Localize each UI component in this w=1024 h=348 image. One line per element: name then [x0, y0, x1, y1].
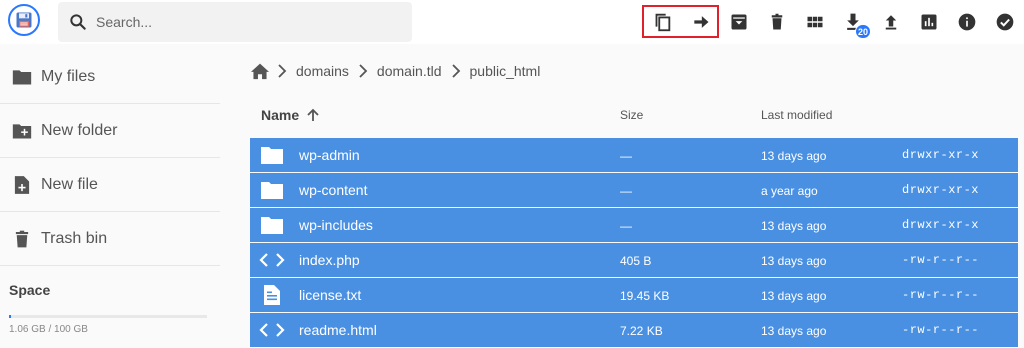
table-header: Name Size Last modified [250, 96, 1018, 136]
file-size: 7.22 KB [620, 324, 663, 338]
table-row[interactable]: wp-admin — 13 days ago drwxr-xr-x [250, 138, 1018, 172]
text-file-icon [259, 284, 285, 306]
file-size: 405 B [620, 254, 652, 268]
info-button[interactable] [948, 3, 986, 41]
home-icon[interactable] [250, 61, 270, 81]
file-modified: 13 days ago [761, 254, 827, 268]
folder-icon [259, 144, 285, 166]
folder-icon [12, 67, 32, 87]
file-name: wp-admin [299, 147, 360, 163]
file-name: readme.html [299, 322, 377, 338]
folder-plus-icon [12, 121, 32, 141]
trash-icon [12, 229, 32, 249]
file-permissions: drwxr-xr-x [902, 218, 980, 232]
file-permissions: drwxr-xr-x [902, 148, 980, 162]
file-modified: 13 days ago [761, 149, 827, 163]
space-title: Space [9, 282, 51, 298]
copy-icon [655, 13, 671, 32]
top-bar: 20 [0, 0, 1024, 44]
file-modified: a year ago [761, 184, 818, 198]
table-row[interactable]: license.txt 19.45 KB 13 days ago -rw-r--… [250, 278, 1018, 312]
floppy-disk-icon [16, 12, 32, 28]
trash-icon [771, 13, 783, 30]
copy-button[interactable] [643, 3, 681, 41]
chevron-right-icon [353, 61, 373, 81]
space-usage-bar [9, 315, 207, 318]
download-count-badge: 20 [855, 24, 871, 39]
search-input[interactable] [96, 14, 396, 30]
chevron-right-icon [272, 61, 292, 81]
search-box[interactable] [58, 2, 412, 42]
search-icon [68, 12, 88, 32]
breadcrumb-public-html[interactable]: public_html [468, 63, 543, 79]
archive-icon [731, 14, 747, 30]
file-permissions: -rw-r--r-- [902, 323, 980, 337]
archive-button[interactable] [720, 3, 758, 41]
space-usage-fill [9, 315, 12, 318]
file-name: index.php [299, 252, 360, 268]
sidebar-item-my-files[interactable]: My files [0, 50, 220, 104]
sidebar-item-new-folder[interactable]: New folder [0, 104, 220, 158]
sidebar: My files New folder New file Trash bin S… [0, 50, 220, 348]
download-button[interactable]: 20 [834, 3, 872, 41]
file-modified: 13 days ago [761, 324, 827, 338]
file-size: — [620, 184, 632, 198]
table-row[interactable]: readme.html 7.22 KB 13 days ago -rw-r--r… [250, 313, 1018, 347]
sort-by-name[interactable]: Name [261, 107, 321, 123]
file-modified: 13 days ago [761, 219, 827, 233]
column-header-name: Name [261, 107, 300, 123]
sidebar-item-label: Trash bin [41, 229, 108, 247]
usage-stats-button[interactable] [910, 3, 948, 41]
breadcrumb: domains domain.tld public_html [250, 58, 542, 84]
upload-button[interactable] [872, 3, 910, 41]
file-size: — [620, 149, 632, 163]
file-permissions: -rw-r--r-- [902, 253, 980, 267]
sidebar-item-label: New folder [41, 121, 118, 139]
move-button[interactable] [682, 3, 720, 41]
arrow-up-icon [305, 107, 321, 123]
file-list: wp-admin — 13 days ago drwxr-xr-x wp-con… [250, 138, 1018, 348]
sidebar-item-label: New file [41, 175, 98, 193]
grid-view-button[interactable] [796, 3, 834, 41]
bar-chart-icon [921, 14, 937, 30]
delete-button[interactable] [758, 3, 796, 41]
breadcrumb-domains[interactable]: domains [294, 63, 351, 79]
file-name: wp-includes [299, 217, 373, 233]
folder-icon [259, 179, 285, 201]
column-header-size[interactable]: Size [620, 108, 643, 122]
app-logo[interactable] [8, 4, 40, 36]
info-icon [958, 13, 976, 31]
check-circle-icon [996, 13, 1014, 31]
folder-icon [259, 214, 285, 236]
file-modified: 13 days ago [761, 289, 827, 303]
arrow-right-icon [694, 16, 709, 28]
code-icon [259, 249, 285, 271]
table-row[interactable]: wp-content — a year ago drwxr-xr-x [250, 173, 1018, 207]
file-name: license.txt [299, 287, 362, 303]
chevron-right-icon [446, 61, 466, 81]
table-row[interactable]: wp-includes — 13 days ago drwxr-xr-x [250, 208, 1018, 242]
column-header-last-modified[interactable]: Last modified [761, 108, 832, 122]
grid-view-icon [807, 16, 823, 28]
space-usage-text: 1.06 GB / 100 GB [9, 324, 88, 335]
table-row[interactable]: index.php 405 B 13 days ago -rw-r--r-- [250, 243, 1018, 277]
breadcrumb-domain-tld[interactable]: domain.tld [375, 63, 444, 79]
sidebar-item-label: My files [41, 67, 96, 85]
code-icon [259, 319, 285, 341]
upload-icon [885, 15, 897, 30]
sidebar-item-trash-bin[interactable]: Trash bin [0, 212, 220, 266]
file-size: — [620, 219, 632, 233]
file-size: 19.45 KB [620, 289, 670, 303]
file-name: wp-content [299, 182, 368, 198]
sidebar-item-new-file[interactable]: New file [0, 158, 220, 212]
file-plus-icon [12, 175, 32, 195]
file-permissions: drwxr-xr-x [902, 183, 980, 197]
file-permissions: -rw-r--r-- [902, 288, 980, 302]
select-all-button[interactable] [986, 3, 1024, 41]
